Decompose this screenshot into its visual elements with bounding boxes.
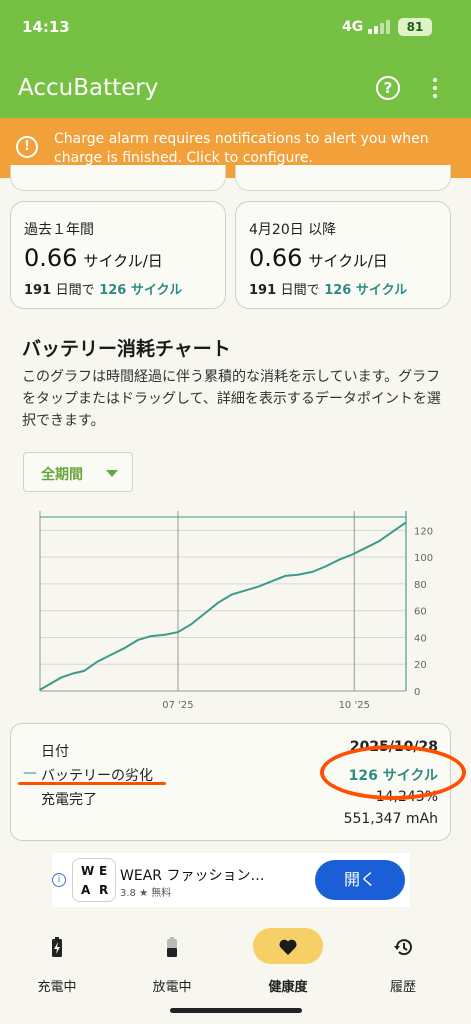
nav-history[interactable]: 履歴 (348, 920, 458, 1000)
nav-discharging[interactable]: 放電中 (117, 920, 227, 1000)
status-time: 14:13 (22, 18, 70, 36)
bottom-navigation: 充電中 放電中 健康度 履歴 (0, 910, 471, 1024)
data-point (123, 647, 126, 649)
data-point (136, 639, 139, 641)
series-legend-dash: — (23, 765, 37, 781)
y-tick-label: 100 (414, 553, 433, 564)
nav-label: 放電中 (152, 980, 192, 995)
data-point (324, 565, 327, 568)
data-point (297, 573, 300, 576)
battery-wear-chart[interactable]: 0 20 40 60 80 100 120 07 '25 10 '25 (0, 505, 471, 715)
data-point (96, 660, 99, 663)
nav-health[interactable]: 健康度 (233, 920, 343, 1000)
card-heading: 過去１年間 (24, 222, 94, 238)
capacity-value: 551,347 mAh (343, 811, 438, 827)
card-heading: 4月20日 以降 (249, 222, 337, 238)
signal-icon (368, 20, 390, 34)
dropdown-caret-icon (106, 470, 118, 477)
data-point (71, 672, 74, 675)
x-tick-label: 10 '25 (339, 700, 370, 711)
data-point (217, 601, 220, 604)
data-point (48, 683, 51, 686)
ad-rating: 3.8 ★ 無料 (120, 888, 172, 899)
app-bar: AccuBattery ? (0, 58, 471, 118)
data-point (177, 631, 179, 633)
heart-icon (279, 939, 297, 955)
data-point (338, 559, 340, 561)
stat-card-past-year: 過去１年間 0.66 サイクル/日 191 日間で 126 サイクル (10, 201, 226, 309)
data-point (244, 589, 246, 592)
data-point (364, 546, 367, 549)
charge-label: 充電完了 (41, 792, 97, 808)
data-point (284, 575, 287, 577)
alert-circle-icon: ! (16, 136, 38, 158)
home-indicator (170, 1008, 302, 1013)
data-point (110, 654, 112, 656)
nav-charging[interactable]: 充電中 (2, 920, 112, 1000)
data-point (230, 593, 233, 596)
nav-label: 充電中 (37, 980, 77, 995)
data-point (378, 540, 380, 542)
section-title: バッテリー消耗チャート (22, 338, 231, 360)
stat-card-since-date: 4月20日 以降 0.66 サイクル/日 191 日間で 126 サイクル (235, 201, 451, 309)
data-point (163, 633, 166, 636)
status-bar: 14:13 4G 81 (0, 0, 471, 58)
more-vert-icon[interactable] (428, 76, 442, 102)
battery-status-icon: 81 (398, 18, 432, 36)
ad-banner[interactable]: i W E A R WEAR ファッション… 3.8 ★ 無料 開く (52, 853, 410, 907)
y-tick-label: 20 (414, 660, 427, 671)
period-dropdown[interactable]: 全期間 (23, 452, 133, 492)
cycles-per-day: 0.66 サイクル/日 (249, 244, 388, 272)
x-tick-label: 07 '25 (162, 700, 193, 711)
y-tick-label: 0 (414, 687, 420, 698)
annotation-circle (320, 745, 466, 800)
app-title: AccuBattery (18, 75, 159, 101)
help-circle-icon[interactable]: ? (376, 76, 400, 100)
ad-app-name: WEAR ファッション… (120, 868, 265, 884)
data-point (257, 585, 260, 588)
data-point (83, 670, 85, 672)
card-stub (235, 165, 451, 191)
info-icon[interactable]: i (52, 873, 66, 887)
data-point (190, 623, 193, 625)
network-type: 4G (342, 19, 364, 35)
date-label: 日付 (41, 744, 69, 760)
annotation-underline (18, 782, 166, 785)
data-point (60, 676, 62, 679)
data-point (39, 688, 41, 691)
nav-label: 健康度 (268, 980, 308, 995)
data-point (391, 530, 394, 533)
alert-text: Charge alarm requires notifications to a… (54, 131, 429, 166)
period-label: 全期間 (41, 467, 83, 483)
y-tick-label: 60 (414, 607, 427, 618)
data-point (311, 571, 313, 573)
data-point (203, 612, 206, 615)
ad-open-button[interactable]: 開く (315, 860, 405, 900)
battery-charging-icon (52, 937, 62, 957)
battery-discharging-icon (167, 937, 177, 957)
cycles-summary: 191 日間で 126 サイクル (249, 283, 408, 298)
y-tick-label: 120 (414, 526, 433, 537)
data-point (351, 553, 354, 556)
cycles-summary: 191 日間で 126 サイクル (24, 283, 183, 298)
data-point (271, 580, 273, 583)
history-icon (394, 939, 412, 956)
data-point (405, 521, 407, 524)
card-stub (10, 165, 226, 191)
cycles-per-day: 0.66 サイクル/日 (24, 244, 163, 272)
y-tick-label: 40 (414, 633, 427, 644)
section-description: このグラフは時間経過に伴う累積的な消耗を示しています。グラフをタップまたはドラッ… (22, 369, 441, 429)
y-tick-label: 80 (414, 580, 427, 591)
app-logo: W E A R (72, 858, 116, 902)
data-point (150, 635, 152, 637)
nav-label: 履歴 (389, 980, 416, 995)
